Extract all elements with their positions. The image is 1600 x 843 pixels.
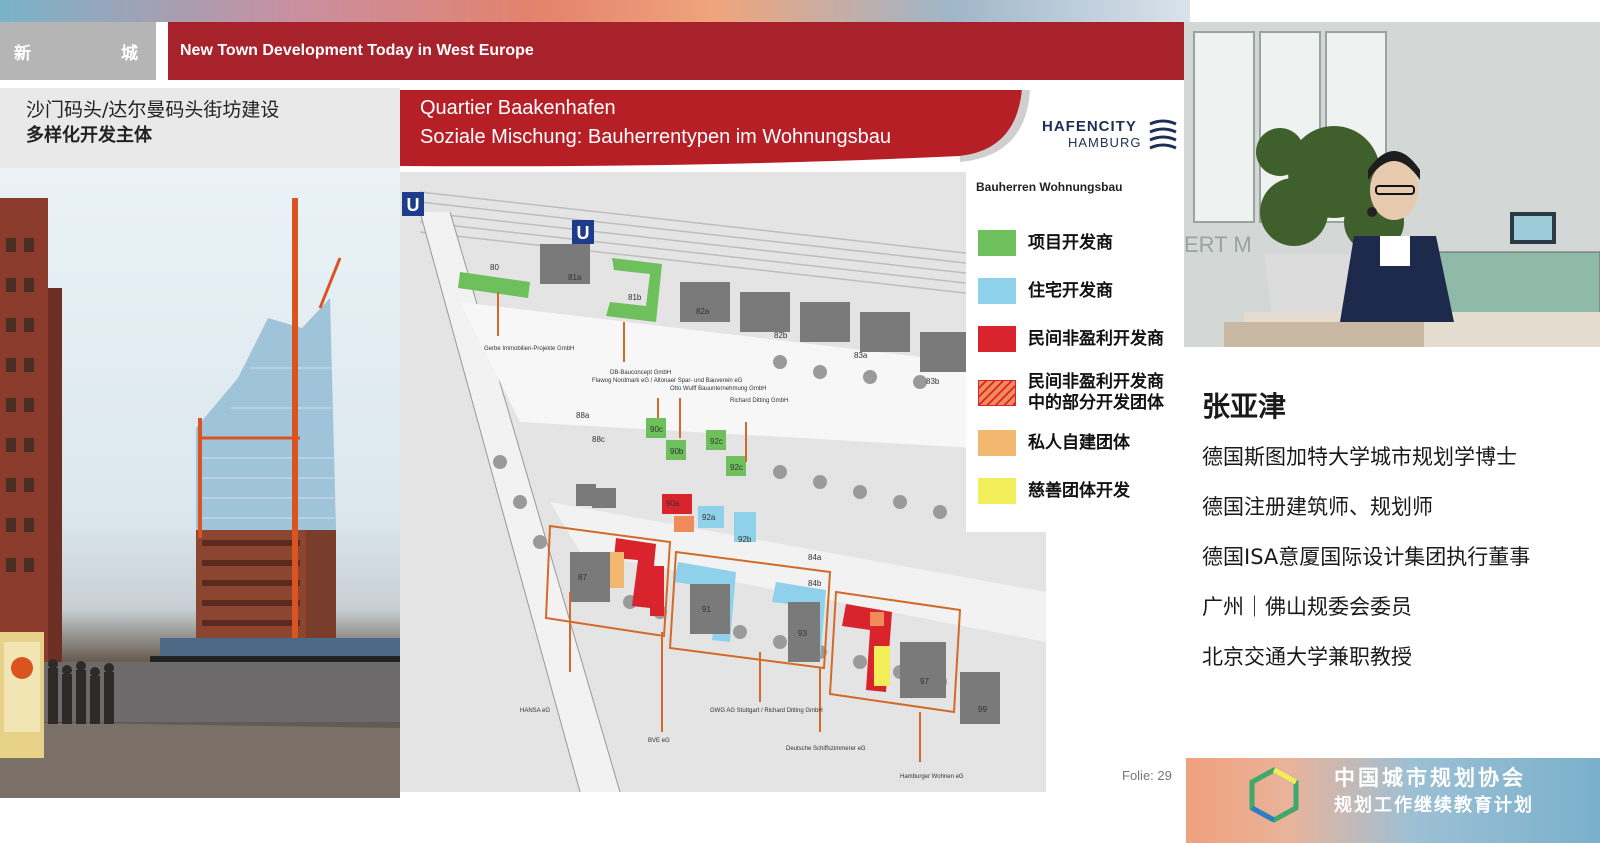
annot-flawog: Flawog Nordmark eG / Altonaer Spar- und … [592, 378, 743, 384]
speaker-video-frame: ERT M [1184, 22, 1600, 347]
map-label-81a: 81a [568, 273, 582, 282]
ubahn-label-1: U [407, 195, 420, 215]
ubahn-label-2: U [577, 223, 590, 243]
legend-title: Bauherren Wohnungsbau [976, 180, 1123, 194]
speaker-credential: 德国斯图加特大学城市规划学博士 [1202, 445, 1517, 469]
topic-line-1: 沙门码头/达尔曼码头街坊建设 [26, 99, 280, 121]
legend-swatch-green [978, 230, 1016, 256]
topic-panel: 沙门码头/达尔曼码头街坊建设 多样化开发主体 [0, 88, 400, 168]
video-background-text: ERT M [1184, 232, 1252, 257]
annot-db: DB-Bauconcept GmbH [610, 370, 671, 376]
legend-item-charity: 慈善团体开发 [978, 478, 1130, 504]
speaker-credential: 广州｜佛山规委会委员 [1202, 595, 1412, 619]
slide-title: Quartier Baakenhafen Soziale Mischung: B… [420, 94, 891, 152]
section-tab-char-1: 新 [14, 43, 31, 64]
annot-hamburger: Hamburger Wohnen eG [900, 774, 964, 780]
map-label-92c: 92c [730, 463, 743, 472]
speaker-bio: 张亚津 德国斯图加特大学城市规划学博士 德国注册建筑师、规划师 德国ISA意厦国… [1184, 347, 1600, 767]
legend-item-nonprofit: 民间非盈利开发商 [978, 326, 1164, 352]
legend-label-line-2: 中的部分开发团体 [1028, 393, 1164, 413]
speaker-name: 张亚津 [1202, 390, 1287, 423]
map-label-84b: 84b [808, 579, 822, 588]
speaker-credential: 北京交通大学兼职教授 [1202, 645, 1412, 669]
banner-line-2: 规划工作继续教育计划 [1334, 795, 1534, 816]
map-label-82a: 82a [696, 307, 710, 316]
legend-item-project-developer: 项目开发商 [978, 230, 1113, 256]
map-label-82b: 82b [774, 331, 788, 340]
legend-swatch-blue [978, 278, 1016, 304]
legend-label: 私人自建团体 [1028, 432, 1130, 453]
course-title: New Town Development Today in West Europ… [180, 42, 534, 59]
map-label-91: 91 [702, 605, 711, 614]
legend-swatch-red [978, 326, 1016, 352]
legend-item-private-group: 私人自建团体 [978, 430, 1130, 456]
speaker-video: ERT M [1184, 22, 1600, 347]
map-label-84a: 84a [808, 553, 822, 562]
section-tab: 新 城 [0, 22, 156, 80]
logo-wave-icon [1149, 119, 1177, 150]
slide-folio: Folie: 29 [1122, 768, 1172, 783]
speaker-credential: 德国注册建筑师、规划师 [1202, 495, 1433, 519]
map-label-97: 97 [920, 677, 929, 686]
legend-item-housing-developer: 住宅开发商 [978, 278, 1113, 304]
map-label-88a: 88a [576, 411, 590, 420]
organizer-logo-icon [1249, 767, 1299, 823]
photo-elbphilharmonie [0, 168, 400, 798]
legend-label: 项目开发商 [1028, 232, 1113, 253]
map-label-90a: 90a [666, 499, 680, 508]
legend-swatch-yellow [978, 478, 1016, 504]
legend-item-nonprofit-partial: 民间非盈利开发商 中的部分开发团体 [978, 372, 1164, 414]
map-label-93: 93 [798, 629, 807, 638]
photo-illustration [0, 198, 400, 798]
map-label-81b: 81b [628, 293, 642, 302]
site-plan-map: U U 80 81a 81b 82a 82b 83a 83b 88a 88c 9… [400, 172, 1046, 792]
annot-deutsche: Deutsche Schiffszimmerer eG [786, 746, 866, 752]
speaker-credential: 德国ISA意厦国际设计集团执行董事 [1202, 545, 1531, 569]
map-label-83a: 83a [854, 351, 868, 360]
slide-title-line-2: Soziale Mischung: Bauherrentypen im Wohn… [420, 126, 892, 148]
map-label-90c: 90c [650, 425, 663, 434]
annot-gerbe: Gerbe Immobilien-Projekte GmbH [484, 346, 574, 352]
map-label-90b: 90b [670, 447, 684, 456]
course-title-bar: New Town Development Today in West Europ… [168, 22, 1184, 80]
legend-swatch-orange [978, 430, 1016, 456]
legend-label: 民间非盈利开发商 [1028, 328, 1164, 349]
annot-otto: Otto Wulff Bauunternehmung GmbH [670, 386, 767, 392]
screen: 新 城 New Town Development Today in West E… [0, 0, 1600, 843]
annot-hansa: HANSA eG [520, 708, 550, 714]
map-label-88c: 88c [592, 435, 605, 444]
legend-swatch-hatched [978, 380, 1016, 406]
map-label-87: 87 [578, 573, 587, 582]
section-tab-char-2: 城 [121, 43, 138, 64]
legend-label: 慈善团体开发 [1028, 480, 1130, 501]
organizer-banner: 中国城市规划协会 规划工作继续教育计划 [1186, 758, 1600, 843]
map-label-83b: 83b [926, 377, 940, 386]
legend-label: 住宅开发商 [1028, 280, 1113, 301]
map-label-99: 99 [978, 705, 987, 714]
annot-ditting-1: Richard Ditting GmbH [730, 398, 788, 404]
hafencity-logo: HAFENCITY HAMBURG [1042, 118, 1182, 158]
map-label-92a: 92a [702, 513, 716, 522]
legend-label: 民间非盈利开发商 中的部分开发团体 [1028, 372, 1164, 414]
map-label-80: 80 [490, 263, 499, 272]
presentation-slide: Quartier Baakenhafen Soziale Mischung: B… [400, 90, 1184, 798]
slide-title-line-1: Quartier Baakenhafen [420, 97, 616, 119]
slide-header: Quartier Baakenhafen Soziale Mischung: B… [400, 90, 1184, 170]
annot-gwg: GWG AG Stuttgart / Richard Ditting GmbH [710, 708, 823, 714]
topic-line-2: 多样化开发主体 [26, 125, 152, 146]
site-plan-drawing: U U 80 81a 81b 82a 82b 83a 83b 88a 88c 9… [400, 172, 1046, 792]
banner-line-1: 中国城市规划协会 [1334, 766, 1526, 790]
annot-bve: BVE eG [648, 738, 670, 744]
top-decorative-strip [0, 0, 1190, 22]
map-legend: Bauherren Wohnungsbau 项目开发商 住宅开发商 民间非盈利开… [966, 172, 1184, 532]
map-label-92b: 92b [738, 535, 752, 544]
map-label-92d: 92c [710, 437, 723, 446]
legend-label-line-1: 民间非盈利开发商 [1028, 372, 1164, 392]
